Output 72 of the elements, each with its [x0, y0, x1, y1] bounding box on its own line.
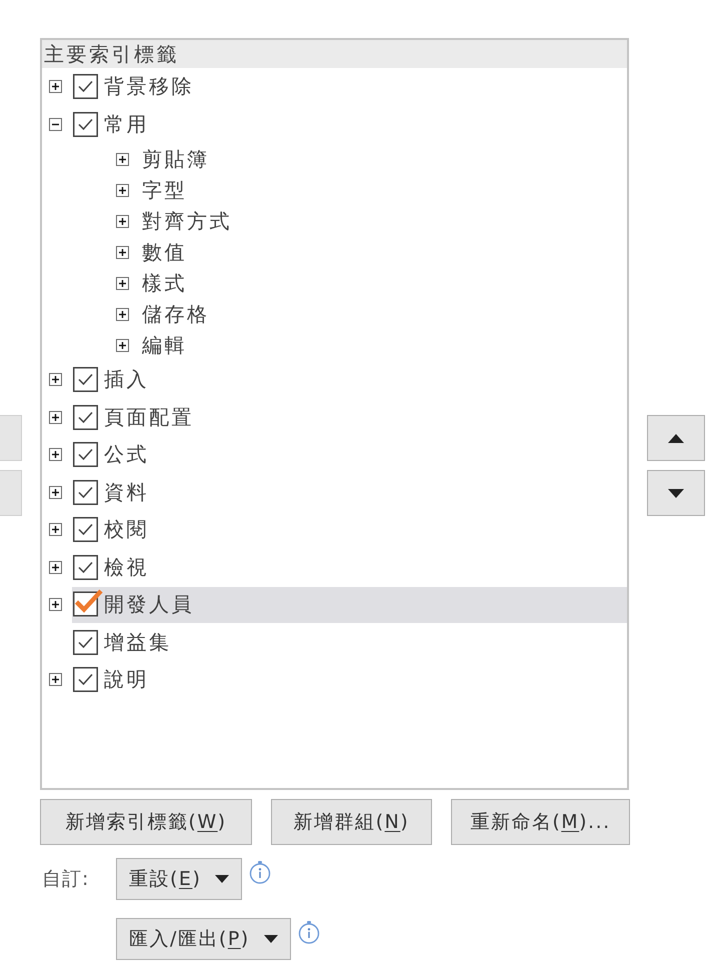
tab-label: 說明	[104, 666, 149, 694]
expand-toggle[interactable]	[116, 277, 129, 290]
tree-header: 主要索引標籤	[42, 40, 627, 68]
move-down-button[interactable]	[647, 470, 705, 516]
tab-label: 資料	[104, 478, 149, 506]
group-label: 剪貼簿	[142, 146, 210, 173]
expand-toggle[interactable]	[49, 598, 62, 612]
tree-item[interactable]: 頁面配置	[72, 399, 627, 436]
checkbox[interactable]	[73, 74, 98, 100]
tree-item[interactable]: 說明	[72, 662, 627, 698]
up-triangle-icon	[668, 434, 684, 442]
action-button[interactable]: 重新命名(M)...	[451, 799, 630, 845]
expand-toggle[interactable]	[49, 448, 62, 462]
group-label: 編輯	[142, 332, 187, 359]
expand-toggle[interactable]	[116, 153, 129, 166]
tab-label: 公式	[104, 441, 149, 468]
dropdown-button[interactable]: 重設(E)	[116, 858, 242, 900]
action-button[interactable]: 新增群組(N)	[271, 799, 432, 845]
checkbox[interactable]	[73, 480, 98, 505]
tree-item[interactable]: 常用	[72, 106, 627, 142]
customize-label: 自訂:	[41, 867, 90, 892]
tab-label: 頁面配置	[104, 404, 194, 431]
checkbox[interactable]	[73, 367, 98, 392]
expand-toggle[interactable]	[49, 673, 62, 686]
group-label: 字型	[142, 177, 187, 204]
tree-item[interactable]: 公式	[72, 436, 627, 473]
tree-item[interactable]: 資料	[72, 474, 627, 510]
expand-toggle[interactable]	[116, 246, 129, 259]
tree-item[interactable]: 增益集	[72, 624, 627, 660]
tab-label: 增益集	[104, 628, 172, 656]
expand-toggle[interactable]	[116, 339, 129, 352]
checkbox[interactable]	[73, 442, 98, 468]
group-label: 對齊方式	[142, 208, 232, 235]
expand-toggle[interactable]	[49, 118, 62, 131]
expand-toggle[interactable]	[49, 486, 62, 499]
caret-icon	[264, 935, 278, 943]
info-icon	[298, 921, 320, 944]
action-button[interactable]: 新增索引標籤(W)	[40, 799, 252, 845]
expand-toggle[interactable]	[116, 184, 129, 197]
group-label: 儲存格	[142, 301, 210, 328]
group-label: 數值	[142, 239, 187, 266]
down-triangle-icon	[668, 488, 684, 498]
tab-label: 檢視	[104, 554, 149, 581]
expand-toggle[interactable]	[49, 80, 62, 94]
expand-toggle[interactable]	[49, 410, 62, 424]
checkbox[interactable]	[73, 554, 98, 580]
checkbox[interactable]	[73, 112, 98, 137]
tab-label: 插入	[104, 366, 149, 394]
tree-item[interactable]: 校閱	[72, 512, 627, 548]
move-up-button[interactable]	[647, 415, 705, 461]
checkbox[interactable]	[73, 588, 104, 618]
expand-toggle[interactable]	[116, 308, 129, 321]
tab-label: 背景移除	[104, 73, 194, 100]
caret-icon	[215, 875, 230, 883]
tree-item[interactable]: 插入	[72, 362, 627, 398]
tree-item[interactable]: 背景移除	[72, 68, 627, 105]
expand-toggle[interactable]	[116, 215, 129, 228]
tab-label: 常用	[104, 110, 149, 138]
expand-toggle[interactable]	[49, 560, 62, 574]
expand-toggle[interactable]	[49, 373, 62, 386]
dropdown-button[interactable]: 匯入/匯出(P)	[116, 918, 291, 960]
tree-item[interactable]: 開發人員	[72, 586, 627, 623]
tab-label: 校閱	[104, 516, 149, 544]
checkbox[interactable]	[73, 404, 98, 430]
checkbox[interactable]	[73, 517, 98, 542]
tab-label: 開發人員	[104, 591, 194, 618]
tree-item[interactable]: 檢視	[72, 549, 627, 586]
info-icon	[249, 861, 272, 884]
checkbox[interactable]	[73, 630, 98, 655]
checkbox[interactable]	[73, 667, 98, 692]
expand-toggle[interactable]	[49, 523, 62, 536]
group-label: 樣式	[142, 270, 187, 297]
